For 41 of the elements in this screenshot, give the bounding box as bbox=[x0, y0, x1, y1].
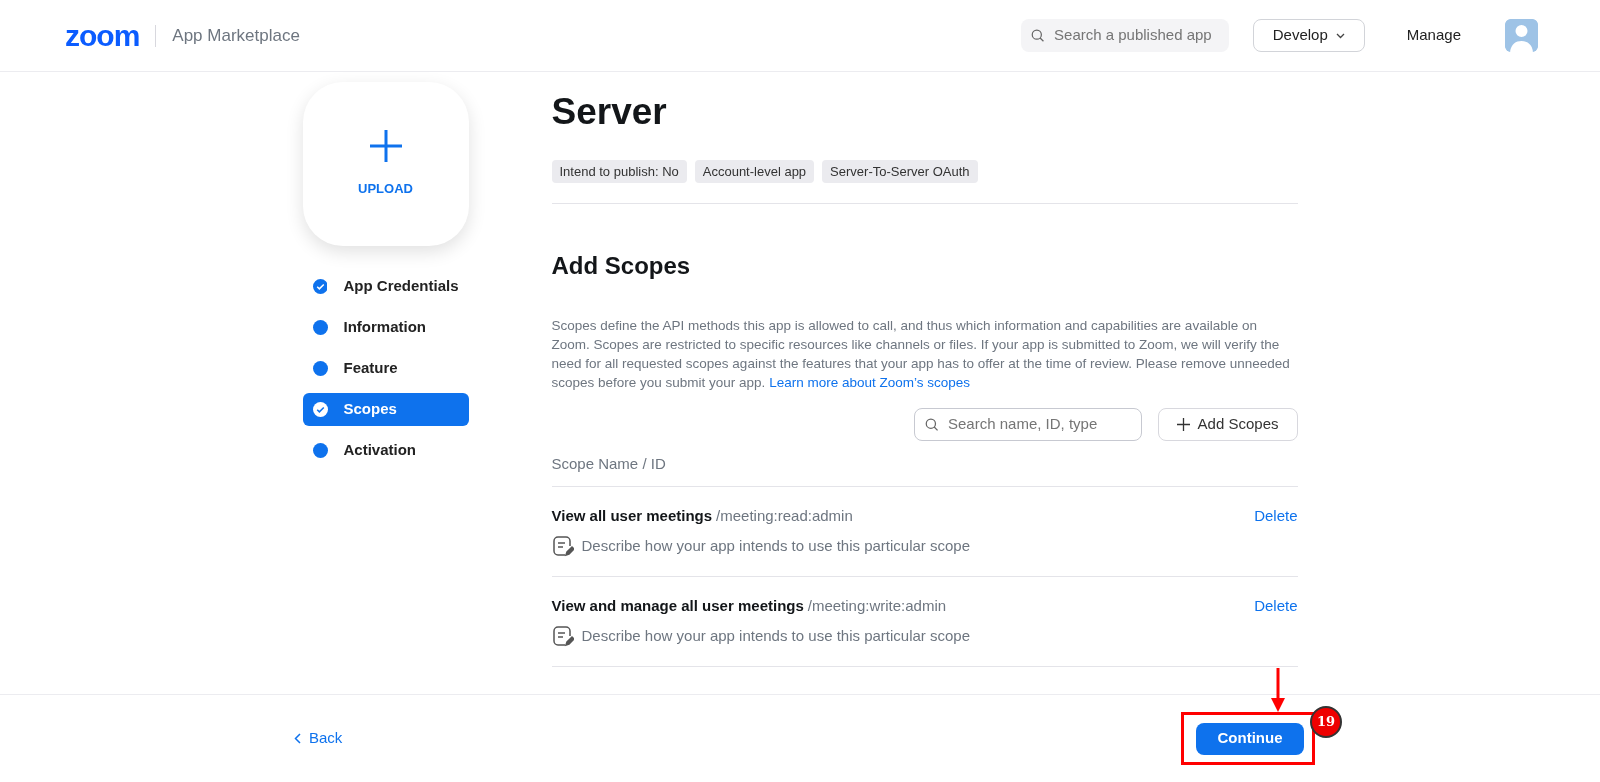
section-heading: Add Scopes bbox=[551, 251, 692, 281]
delete-link[interactable]: Delete bbox=[1254, 594, 1298, 617]
scope-description-field[interactable]: Describe how your app intends to use this particular scope bbox=[551, 535, 1298, 558]
scope-search-field[interactable]: Search name, ID, type bbox=[913, 408, 1142, 441]
tag: Server-To-Server OAuth bbox=[822, 159, 978, 183]
description-text: Scopes define the API methods this app is allowed to call, and thus which information and capabilities are available on Zoom. Scopes are restricted to specific resources like channels or files. If your app is submitted to Zoom, we will verify the need for all requested scopes against the features that your app has to offer at the time of review. Please remove unneeded scopes before you submit your app. Learn more about Zoom’s scopes bbox=[551, 317, 1291, 392]
scope-title: View and manage all user meetings /meeting:write:admin bbox=[551, 595, 947, 616]
step-item[interactable]: Information bbox=[302, 311, 469, 344]
manage-link[interactable]: Manage bbox=[1406, 24, 1461, 47]
scope-description-field[interactable]: Describe how your app intends to use this particular scope bbox=[551, 625, 1298, 648]
tag: Account-level app bbox=[694, 159, 815, 183]
search-input[interactable]: Search a published app bbox=[1052, 23, 1219, 48]
upload-button[interactable]: UPLOAD bbox=[302, 82, 469, 246]
chevron-left-icon bbox=[294, 733, 301, 744]
learn-more-link[interactable]: Learn more about Zoom’s scopes bbox=[769, 375, 970, 390]
step-item[interactable]: Feature bbox=[302, 352, 469, 385]
step-item[interactable]: App Credentials bbox=[302, 270, 469, 303]
step-item[interactable]: Scopes bbox=[302, 393, 469, 426]
step-item[interactable]: Activation bbox=[302, 434, 469, 467]
plus-icon bbox=[368, 129, 403, 164]
note-edit-icon bbox=[551, 625, 574, 648]
app-title: Server bbox=[551, 90, 668, 134]
column-header: Scope Name / ID bbox=[551, 455, 666, 472]
search-icon bbox=[1030, 28, 1045, 43]
header-title: App Marketplace bbox=[172, 24, 300, 47]
tag: Intend to publish: No bbox=[551, 159, 687, 183]
search-field[interactable]: Search a published app bbox=[1020, 19, 1229, 52]
avatar-icon[interactable] bbox=[1505, 19, 1538, 52]
back-link[interactable]: Back bbox=[294, 727, 343, 750]
develop-dropdown[interactable]: Develop bbox=[1252, 19, 1365, 52]
logo[interactable]: zoom bbox=[65, 20, 140, 51]
step-badge: 19 bbox=[1310, 705, 1342, 738]
scope-title: View all user meetings /meeting:read:admin bbox=[551, 505, 853, 526]
caret-icon bbox=[1335, 32, 1345, 39]
plus-icon bbox=[1176, 418, 1190, 431]
add-scopes-button[interactable]: Add Scopes bbox=[1157, 408, 1298, 441]
note-edit-icon bbox=[551, 535, 574, 558]
search-icon bbox=[924, 417, 938, 432]
continue-button[interactable]: Continue bbox=[1196, 722, 1304, 755]
delete-link[interactable]: Delete bbox=[1254, 504, 1298, 527]
arrow-icon bbox=[1271, 667, 1285, 712]
